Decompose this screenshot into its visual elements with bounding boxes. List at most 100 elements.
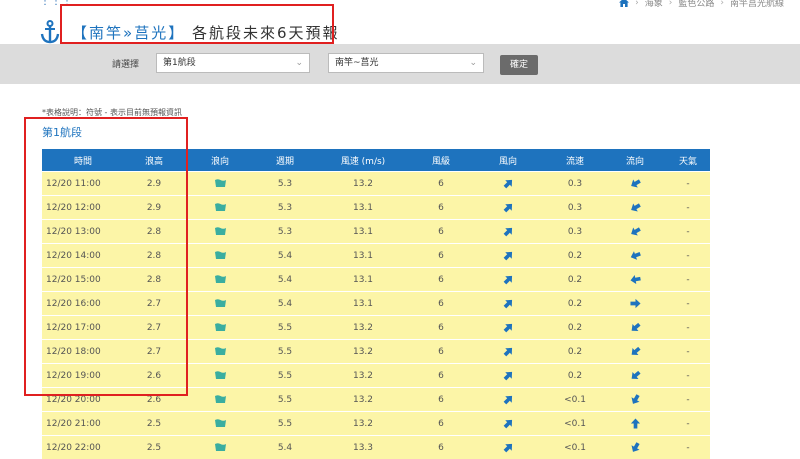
wind-direction-cell bbox=[470, 412, 546, 436]
wind-arrow-icon bbox=[503, 298, 514, 309]
wave-direction-cell bbox=[184, 436, 256, 459]
weather-cell: - bbox=[666, 340, 710, 364]
highlight-box-title bbox=[60, 4, 334, 44]
wind-arrow-icon bbox=[503, 274, 514, 285]
breadcrumb-item[interactable]: 藍色公路 bbox=[678, 0, 714, 9]
wind-speed-cell: 13.1 bbox=[314, 244, 412, 268]
chevron-down-icon: ⌄ bbox=[295, 54, 303, 72]
wind-arrow-icon bbox=[503, 442, 514, 453]
col-header: 天氣 bbox=[666, 149, 710, 172]
col-header: 週期 bbox=[256, 149, 314, 172]
col-header: 浪向 bbox=[184, 149, 256, 172]
wind-arrow-icon bbox=[503, 394, 514, 405]
weather-cell: - bbox=[666, 196, 710, 220]
wind-level-cell: 6 bbox=[412, 244, 470, 268]
current-speed-cell: 0.2 bbox=[546, 340, 604, 364]
wind-arrow-icon bbox=[503, 322, 514, 333]
highlight-box-column bbox=[24, 117, 188, 396]
wave-direction-cell bbox=[184, 244, 256, 268]
anchor-icon bbox=[40, 20, 60, 44]
current-arrow-icon bbox=[630, 322, 641, 333]
current-arrow-icon bbox=[630, 178, 641, 189]
wind-direction-cell bbox=[470, 220, 546, 244]
wave-direction-icon bbox=[215, 443, 226, 452]
wind-level-cell: 6 bbox=[412, 292, 470, 316]
confirm-button[interactable]: 確定 bbox=[500, 55, 538, 75]
route-select[interactable]: 南竿~莒光 ⌄ bbox=[328, 53, 484, 73]
current-arrow-icon bbox=[630, 274, 641, 285]
home-icon[interactable] bbox=[619, 0, 629, 7]
wave-direction-icon bbox=[215, 179, 226, 188]
table-row: 12/20 22:002.55.413.36<0.1- bbox=[42, 436, 710, 459]
wind-arrow-icon bbox=[503, 346, 514, 357]
wind-direction-cell bbox=[470, 292, 546, 316]
wind-speed-cell: 13.2 bbox=[314, 388, 412, 412]
filter-bar: 請選擇 第1航段 ⌄ 南竿~莒光 ⌄ 確定 bbox=[0, 44, 800, 84]
wind-direction-cell bbox=[470, 364, 546, 388]
weather-cell: - bbox=[666, 436, 710, 459]
current-direction-cell bbox=[604, 412, 666, 436]
wave-direction-icon bbox=[215, 203, 226, 212]
wave-height-cell: 2.5 bbox=[124, 412, 184, 436]
segment-select[interactable]: 第1航段 ⌄ bbox=[156, 53, 310, 73]
wind-level-cell: 6 bbox=[412, 388, 470, 412]
period-cell: 5.5 bbox=[256, 388, 314, 412]
wind-level-cell: 6 bbox=[412, 220, 470, 244]
wind-speed-cell: 13.1 bbox=[314, 268, 412, 292]
wind-direction-cell bbox=[470, 316, 546, 340]
current-direction-cell bbox=[604, 172, 666, 196]
current-arrow-icon bbox=[630, 394, 641, 405]
wave-direction-icon bbox=[215, 395, 226, 404]
wave-direction-cell bbox=[184, 172, 256, 196]
wave-direction-icon bbox=[215, 347, 226, 356]
wind-direction-cell bbox=[470, 340, 546, 364]
wind-direction-cell bbox=[470, 268, 546, 292]
wave-direction-cell bbox=[184, 292, 256, 316]
current-speed-cell: 0.2 bbox=[546, 292, 604, 316]
wave-height-cell: 2.5 bbox=[124, 436, 184, 459]
period-cell: 5.5 bbox=[256, 364, 314, 388]
wave-direction-icon bbox=[215, 251, 226, 260]
col-header: 流速 bbox=[546, 149, 604, 172]
current-arrow-icon bbox=[630, 298, 641, 309]
wind-direction-cell bbox=[470, 172, 546, 196]
weather-cell: - bbox=[666, 292, 710, 316]
wind-level-cell: 6 bbox=[412, 412, 470, 436]
breadcrumb-item[interactable]: 海象 bbox=[645, 0, 663, 9]
wind-arrow-icon bbox=[503, 418, 514, 429]
wave-direction-icon bbox=[215, 371, 226, 380]
wind-speed-cell: 13.2 bbox=[314, 364, 412, 388]
current-speed-cell: 0.3 bbox=[546, 172, 604, 196]
weather-cell: - bbox=[666, 388, 710, 412]
period-cell: 5.3 bbox=[256, 196, 314, 220]
weather-cell: - bbox=[666, 316, 710, 340]
wind-speed-cell: 13.2 bbox=[314, 316, 412, 340]
period-cell: 5.4 bbox=[256, 436, 314, 459]
current-arrow-icon bbox=[630, 226, 641, 237]
current-direction-cell bbox=[604, 268, 666, 292]
wave-direction-icon bbox=[215, 323, 226, 332]
period-cell: 5.3 bbox=[256, 220, 314, 244]
current-direction-cell bbox=[604, 196, 666, 220]
wave-direction-icon bbox=[215, 227, 226, 236]
wind-level-cell: 6 bbox=[412, 316, 470, 340]
wave-direction-cell bbox=[184, 388, 256, 412]
current-speed-cell: <0.1 bbox=[546, 388, 604, 412]
wind-speed-cell: 13.2 bbox=[314, 412, 412, 436]
wave-direction-cell bbox=[184, 364, 256, 388]
wind-level-cell: 6 bbox=[412, 364, 470, 388]
period-cell: 5.5 bbox=[256, 412, 314, 436]
current-arrow-icon bbox=[630, 250, 641, 261]
breadcrumb: › 海象 › 藍色公路 › 南竿莒光航線 bbox=[619, 0, 784, 9]
breadcrumb-item: 南竿莒光航線 bbox=[730, 0, 784, 9]
wind-speed-cell: 13.3 bbox=[314, 436, 412, 459]
wind-speed-cell: 13.1 bbox=[314, 220, 412, 244]
current-direction-cell bbox=[604, 436, 666, 459]
time-cell: 12/20 22:00 bbox=[42, 436, 124, 459]
current-direction-cell bbox=[604, 292, 666, 316]
wind-direction-cell bbox=[470, 388, 546, 412]
col-header: 流向 bbox=[604, 149, 666, 172]
current-direction-cell bbox=[604, 340, 666, 364]
current-speed-cell: 0.3 bbox=[546, 220, 604, 244]
chevron-down-icon: ⌄ bbox=[469, 54, 477, 72]
